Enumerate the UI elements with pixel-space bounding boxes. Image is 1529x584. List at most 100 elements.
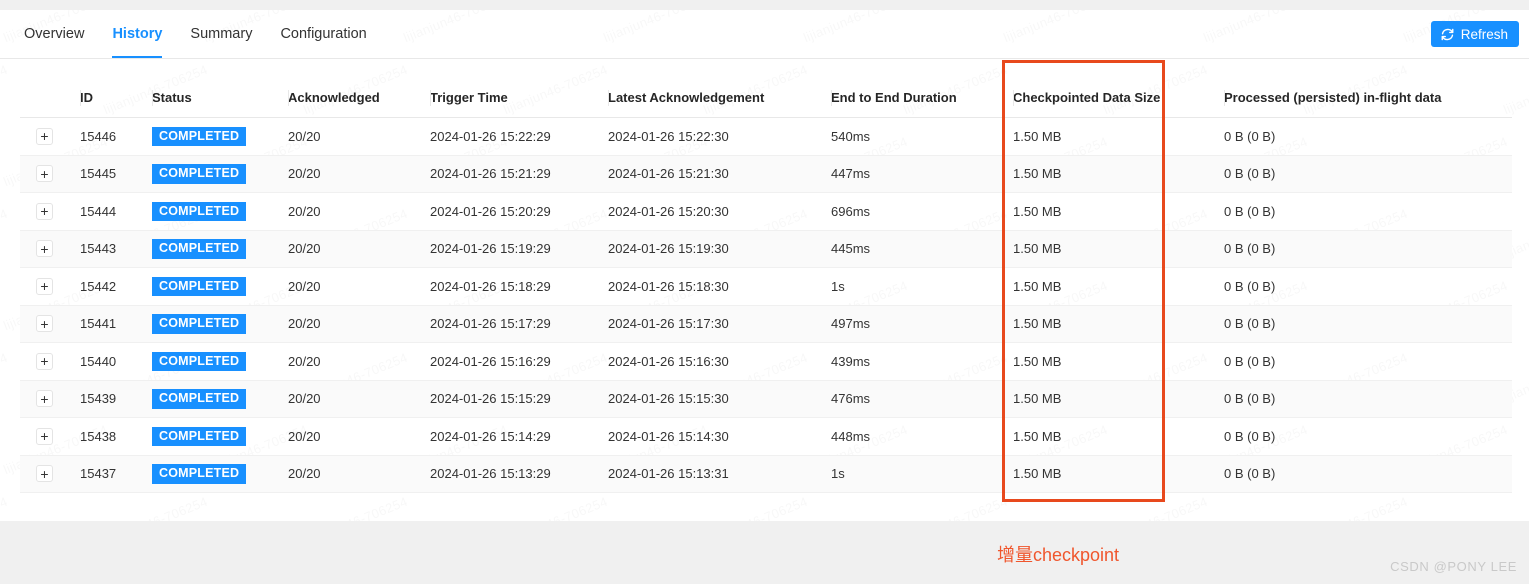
column-header-processed-in-flight-data[interactable]: Processed (persisted) in-flight data: [1224, 78, 1512, 118]
tab-summary[interactable]: Summary: [176, 10, 266, 58]
cell-processed-in-flight-data: 0 B (0 B): [1224, 342, 1512, 381]
status-badge: COMPLETED: [152, 201, 247, 221]
cell-processed-in-flight-data: 0 B (0 B): [1224, 267, 1512, 306]
cell-acknowledged: 20/20: [288, 117, 430, 156]
tab-list: Overview History Summary Configuration: [10, 10, 381, 58]
cell-status: COMPLETED: [152, 155, 288, 193]
app-page: lijianjun46-706254 lijianjun46-706254 liji…: [0, 0, 1529, 584]
table-row[interactable]: +15442 COMPLETED 20/20 2024-01-26 15:18:29 2…: [20, 267, 1512, 306]
cell-status: COMPLETED: [152, 192, 288, 231]
table-row[interactable]: +15445 COMPLETED 20/20 2024-01-26 15:21:29 2…: [20, 155, 1512, 193]
expand-row-icon[interactable]: +: [36, 465, 53, 483]
row-expand-cell: +: [20, 342, 80, 381]
column-header-id[interactable]: ID: [80, 78, 152, 118]
tab-configuration[interactable]: Configuration: [266, 10, 380, 58]
column-header-checkpointed-data-size[interactable]: Checkpointed Data Size: [1013, 78, 1224, 118]
footer-area: [0, 521, 1529, 584]
tab-configuration-label: Configuration: [280, 26, 367, 42]
watermark-text: lijianjun46-706254: [901, 494, 1009, 521]
cell-checkpointed-data-size: 1.50 MB: [1013, 230, 1224, 268]
credit-watermark: CSDN @PONY LEE: [1390, 559, 1517, 574]
expand-row-icon[interactable]: +: [36, 202, 53, 220]
column-header-end-to-end-duration[interactable]: End to End Duration: [831, 78, 1013, 118]
status-badge: COMPLETED: [152, 464, 247, 484]
cell-end-to-end-duration: 448ms: [831, 417, 1013, 456]
cell-latest-acknowledgement: 2024-01-26 15:20:30: [608, 192, 831, 231]
watermark-text: lijianjun46-706254: [1101, 494, 1209, 521]
watermark-text: lijianjun46-706254: [501, 494, 609, 521]
cell-checkpointed-data-size: 1.50 MB: [1013, 267, 1224, 306]
status-badge: COMPLETED: [152, 426, 247, 446]
table-row[interactable]: +15443 COMPLETED 20/20 2024-01-26 15:19:29 2…: [20, 230, 1512, 268]
cell-trigger-time: 2024-01-26 15:18:29: [430, 267, 608, 306]
cell-status: COMPLETED: [152, 230, 288, 268]
cell-trigger-time: 2024-01-26 15:16:29: [430, 342, 608, 381]
expand-row-icon[interactable]: +: [36, 277, 53, 295]
status-badge: COMPLETED: [152, 239, 247, 259]
cell-latest-acknowledgement: 2024-01-26 15:19:30: [608, 230, 831, 268]
cell-id: 15444: [80, 192, 152, 231]
row-expand-cell: +: [20, 192, 80, 231]
tab-overview[interactable]: Overview: [10, 10, 98, 58]
column-header-acknowledged[interactable]: Acknowledged: [288, 78, 430, 118]
cell-id: 15439: [80, 380, 152, 418]
cell-checkpointed-data-size: 1.50 MB: [1013, 155, 1224, 193]
checkpoint-history-table: ID Status Acknowledged Trigger Time Late…: [20, 78, 1512, 493]
cell-latest-acknowledgement: 2024-01-26 15:15:30: [608, 380, 831, 418]
table-row[interactable]: +15441 COMPLETED 20/20 2024-01-26 15:17:29 2…: [20, 305, 1512, 343]
column-header-trigger-time[interactable]: Trigger Time: [430, 78, 608, 118]
expand-row-icon[interactable]: +: [36, 127, 53, 145]
column-header-latest-acknowledgement[interactable]: Latest Acknowledgement: [608, 78, 831, 118]
refresh-button-label: Refresh: [1460, 26, 1508, 42]
watermark-text: lijianjun46-706254: [701, 494, 809, 521]
table-row[interactable]: +15437 COMPLETED 20/20 2024-01-26 15:13:29 2…: [20, 455, 1512, 493]
expand-row-icon[interactable]: +: [36, 240, 53, 258]
cell-acknowledged: 20/20: [288, 230, 430, 268]
cell-latest-acknowledgement: 2024-01-26 15:17:30: [608, 305, 831, 343]
row-expand-cell: +: [20, 155, 80, 193]
table-row[interactable]: +15444 COMPLETED 20/20 2024-01-26 15:20:29 2…: [20, 192, 1512, 231]
cell-checkpointed-data-size: 1.50 MB: [1013, 380, 1224, 418]
row-expand-cell: +: [20, 117, 80, 156]
status-badge: COMPLETED: [152, 164, 247, 184]
expand-row-icon[interactable]: +: [36, 390, 53, 408]
table-row[interactable]: +15438 COMPLETED 20/20 2024-01-26 15:14:29 2…: [20, 417, 1512, 456]
expand-row-icon[interactable]: +: [36, 315, 53, 333]
cell-end-to-end-duration: 445ms: [831, 230, 1013, 268]
cell-end-to-end-duration: 497ms: [831, 305, 1013, 343]
refresh-icon: [1440, 27, 1455, 42]
cell-processed-in-flight-data: 0 B (0 B): [1224, 155, 1512, 193]
tab-overview-label: Overview: [24, 26, 85, 42]
status-badge: COMPLETED: [152, 351, 247, 371]
watermark-text: lijianjun46-706254: [1301, 494, 1409, 521]
table-row[interactable]: +15446 COMPLETED 20/20 2024-01-26 15:22:29 2…: [20, 117, 1512, 156]
column-header-status[interactable]: Status: [152, 78, 288, 118]
cell-id: 15443: [80, 230, 152, 268]
tab-history[interactable]: History: [98, 10, 176, 58]
cell-id: 15440: [80, 342, 152, 381]
expand-row-icon[interactable]: +: [36, 427, 53, 445]
cell-trigger-time: 2024-01-26 15:14:29: [430, 417, 608, 456]
expand-row-icon[interactable]: +: [36, 352, 53, 370]
refresh-button[interactable]: Refresh: [1430, 21, 1519, 47]
watermark-text: lijianjun46-706254: [1501, 494, 1529, 521]
cell-id: 15441: [80, 305, 152, 343]
cell-end-to-end-duration: 540ms: [831, 117, 1013, 156]
status-badge: COMPLETED: [152, 276, 247, 296]
cell-processed-in-flight-data: 0 B (0 B): [1224, 230, 1512, 268]
table-row[interactable]: +15439 COMPLETED 20/20 2024-01-26 15:15:29 2…: [20, 380, 1512, 418]
expand-row-icon[interactable]: +: [36, 165, 53, 183]
cell-end-to-end-duration: 1s: [831, 267, 1013, 306]
table-row[interactable]: +15440 COMPLETED 20/20 2024-01-26 15:16:29 2…: [20, 342, 1512, 381]
status-badge: COMPLETED: [152, 314, 247, 334]
column-header-expand: [20, 78, 80, 118]
cell-latest-acknowledgement: 2024-01-26 15:18:30: [608, 267, 831, 306]
watermark-text: lijianjun46-706254: [0, 206, 10, 261]
watermark-text: lijianjun46-706254: [0, 350, 10, 405]
tab-bar: Overview History Summary Configuration R…: [0, 10, 1529, 59]
cell-checkpointed-data-size: 1.50 MB: [1013, 305, 1224, 343]
cell-acknowledged: 20/20: [288, 267, 430, 306]
cell-acknowledged: 20/20: [288, 192, 430, 231]
cell-status: COMPLETED: [152, 117, 288, 156]
cell-processed-in-flight-data: 0 B (0 B): [1224, 192, 1512, 231]
